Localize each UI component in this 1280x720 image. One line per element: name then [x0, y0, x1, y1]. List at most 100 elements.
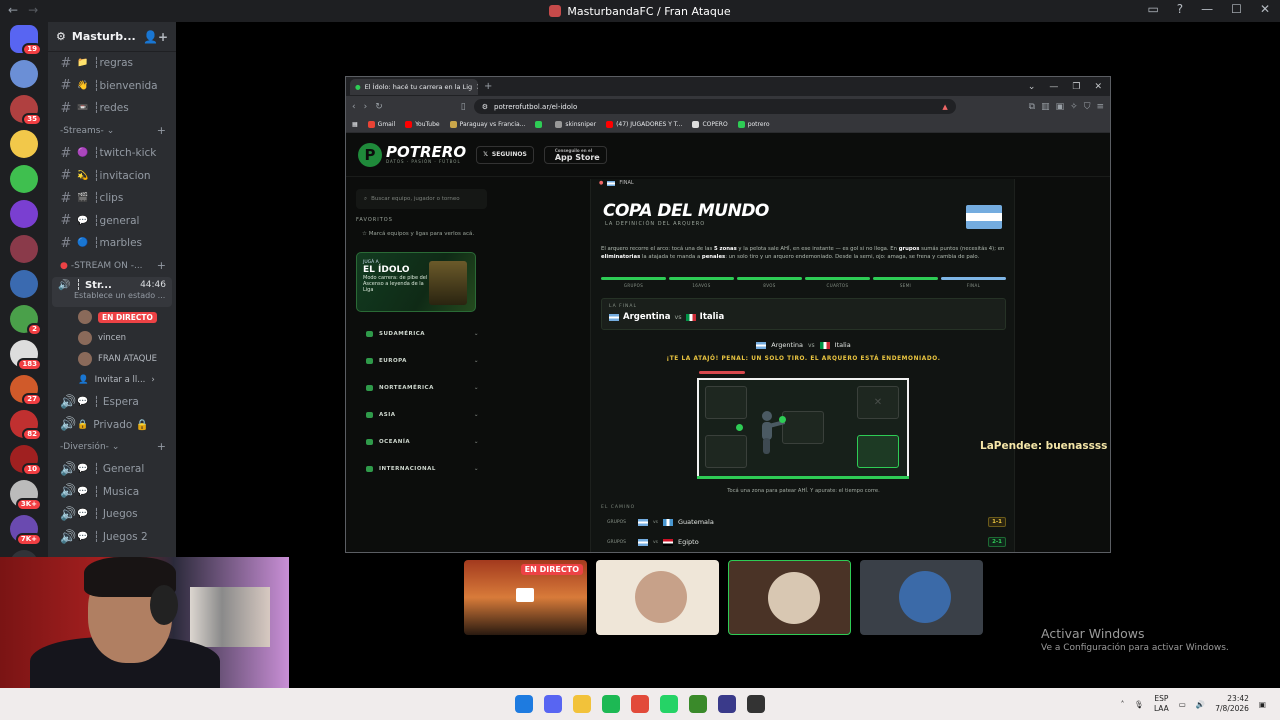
channel-item[interactable]: 🔊 💬 ┆ Espera	[48, 391, 176, 414]
wallet-icon[interactable]: ▣	[1056, 102, 1065, 112]
server-icon[interactable]	[10, 130, 38, 158]
back-icon[interactable]: ‹	[352, 102, 356, 112]
zone-center[interactable]	[782, 411, 824, 444]
restore-button[interactable]: ❐	[1072, 82, 1080, 92]
server-icon[interactable]	[10, 270, 38, 298]
channel-item[interactable]: # 🔵 ┆marbles	[48, 232, 176, 255]
bookmark-item[interactable]: COPERO	[692, 121, 728, 128]
help-icon[interactable]: ?	[1177, 2, 1183, 16]
tab-search-icon[interactable]: ⌄	[1028, 82, 1036, 92]
invite-row[interactable]: 👤 Invitar a ll... ›	[48, 370, 176, 391]
stream-tile[interactable]	[596, 560, 719, 635]
potrero-logo[interactable]: P POTRERO DATOS · PASIÓN · FÚTBOL	[358, 142, 466, 167]
region-item[interactable]: ASIA ⌄	[356, 401, 487, 428]
add-member-icon[interactable]: 👤+	[143, 30, 168, 44]
bookmark-item[interactable]: Paraguay vs Francia...	[449, 121, 525, 128]
forward-arrow-icon[interactable]: →	[28, 3, 38, 17]
inbox-icon[interactable]: ▭	[1147, 2, 1158, 16]
server-icon[interactable]: 3K+	[10, 480, 42, 511]
match-row[interactable]: GRUPOS vs Guatemala 1-1	[601, 514, 1006, 530]
channel-item[interactable]: # 📼 ┆redes	[48, 97, 176, 120]
category-streams[interactable]: -Streams- ⌄ +	[48, 120, 176, 142]
channel-item[interactable]: # 👋 ┆bienvenida	[48, 75, 176, 98]
region-item[interactable]: SUDAMÉRICA ⌄	[356, 320, 487, 347]
server-icon[interactable]	[10, 60, 38, 88]
address-bar[interactable]: ⚙ potrerofutbol.ar/el-idolo ▲	[473, 99, 956, 114]
category-diversion[interactable]: -Diversión- ⌄ +	[48, 436, 176, 458]
brave-shield-icon[interactable]: ▲	[942, 103, 947, 111]
stream-tile[interactable]	[728, 560, 851, 635]
server-header[interactable]: ⚙ Masturb... 👤+	[48, 22, 176, 52]
zone-top-right[interactable]: ✕	[857, 386, 899, 419]
taskbar-app-icon[interactable]	[631, 695, 649, 713]
channel-item[interactable]: # 💫 ┆invitacion	[48, 164, 176, 187]
server-icon[interactable]	[10, 200, 38, 228]
volume-icon[interactable]: 🔊	[1196, 700, 1205, 709]
taskbar-app-icon[interactable]	[602, 695, 620, 713]
taskbar-app-icon[interactable]	[689, 695, 707, 713]
category-live[interactable]: ● -STREAM ON -... +	[48, 255, 176, 277]
reload-icon[interactable]: ↻	[375, 102, 383, 112]
server-icon[interactable]: 10	[10, 445, 42, 476]
vpn-icon[interactable]: ⛉	[1084, 102, 1091, 112]
channel-item[interactable]: # 🎬 ┆clips	[48, 187, 176, 210]
add-channel-icon[interactable]: +	[157, 440, 166, 453]
region-item[interactable]: NORTEAMÉRICA ⌄	[356, 374, 487, 401]
minimize-button[interactable]: —	[1049, 82, 1058, 92]
taskbar-app-icon[interactable]	[573, 695, 591, 713]
el-idolo-promo[interactable]: JUGÁ A EL ÍDOLO Modo carrera: de pibe de…	[356, 252, 476, 312]
channel-item[interactable]: 🔊 💬 ┆ Juegos	[48, 503, 176, 526]
match-row[interactable]: GRUPOS vs Egipto 2-1	[601, 534, 1006, 550]
taskbar-app-icon[interactable]	[660, 695, 678, 713]
channel-item[interactable]: # 📁 ┆regras	[48, 52, 176, 75]
stream-tile[interactable]: EN DIRECTO	[464, 560, 587, 635]
mic-icon[interactable]: 🎙	[1134, 700, 1144, 709]
sidebar-icon[interactable]: ▥	[1041, 102, 1050, 112]
voice-user[interactable]: FRAN ATAQUE	[48, 349, 176, 370]
channel-item[interactable]: 🔊 🔒 Privado 🔒	[48, 413, 176, 436]
bookmark-item[interactable]: Gmail	[367, 121, 395, 128]
server-icon[interactable]: 7K+	[10, 515, 42, 546]
server-icon[interactable]: 27	[10, 375, 42, 406]
channel-item[interactable]: # 💬 ┆general	[48, 210, 176, 233]
region-item[interactable]: OCEANÍA ⌄	[356, 428, 487, 455]
apps-grid-icon[interactable]: ▦	[352, 121, 358, 128]
server-icon[interactable]: 82	[10, 410, 42, 441]
tray-chevron-icon[interactable]: ˄	[1121, 700, 1125, 709]
taskbar-app-icon[interactable]	[544, 695, 562, 713]
menu-icon[interactable]: ≡	[1096, 102, 1104, 112]
server-icon[interactable]	[10, 235, 38, 263]
zone-bottom-left[interactable]	[705, 435, 747, 468]
network-icon[interactable]: ▭	[1179, 700, 1186, 709]
server-icon[interactable]: 2	[10, 305, 42, 336]
notifications-icon[interactable]: ▣	[1259, 700, 1266, 709]
channel-item[interactable]: 🔊 💬 ┆ Musica	[48, 481, 176, 504]
close-window-button[interactable]: ✕	[1260, 2, 1270, 16]
stream-tile[interactable]	[860, 560, 983, 635]
voice-user[interactable]: EN DIRECTO	[48, 307, 176, 328]
channel-item[interactable]: # 🟣 ┆twitch-kick	[48, 142, 176, 165]
minimize-button[interactable]: —	[1201, 2, 1213, 16]
server-icon[interactable]: 19	[10, 25, 42, 56]
channel-item[interactable]: 🔊 💬 ┆ Juegos 2	[48, 526, 176, 549]
bookmark-item[interactable]: potrero	[737, 121, 770, 128]
close-tab-icon[interactable]: ×	[476, 82, 478, 91]
back-arrow-icon[interactable]: ←	[8, 3, 18, 17]
team-search-input[interactable]: ⌕ Buscar equipo, jugador o torneo	[356, 189, 487, 209]
bookmark-item[interactable]: skinsniper	[555, 121, 596, 128]
server-icon[interactable]: 35	[10, 95, 42, 126]
clock[interactable]: 23:42 7/8/2026	[1215, 694, 1249, 714]
region-item[interactable]: INTERNACIONAL ⌄	[356, 455, 487, 482]
add-channel-icon[interactable]: +	[157, 259, 166, 272]
zone-bottom-right[interactable]	[857, 435, 899, 468]
close-button[interactable]: ✕	[1094, 82, 1102, 92]
bookmark-item[interactable]: YouTube	[405, 121, 440, 128]
add-channel-icon[interactable]: +	[157, 124, 166, 137]
bookmark-item[interactable]: (47) JUGADORES Y T...	[606, 121, 682, 128]
server-icon[interactable]	[10, 165, 38, 193]
region-item[interactable]: EUROPA ⌄	[356, 347, 487, 374]
leo-icon[interactable]: ✧	[1070, 102, 1078, 112]
maximize-button[interactable]: ☐	[1231, 2, 1242, 16]
extensions-icon[interactable]: ⧉	[1029, 102, 1035, 112]
follow-x-button[interactable]: 𝕏 SEGUINOS	[476, 145, 534, 164]
